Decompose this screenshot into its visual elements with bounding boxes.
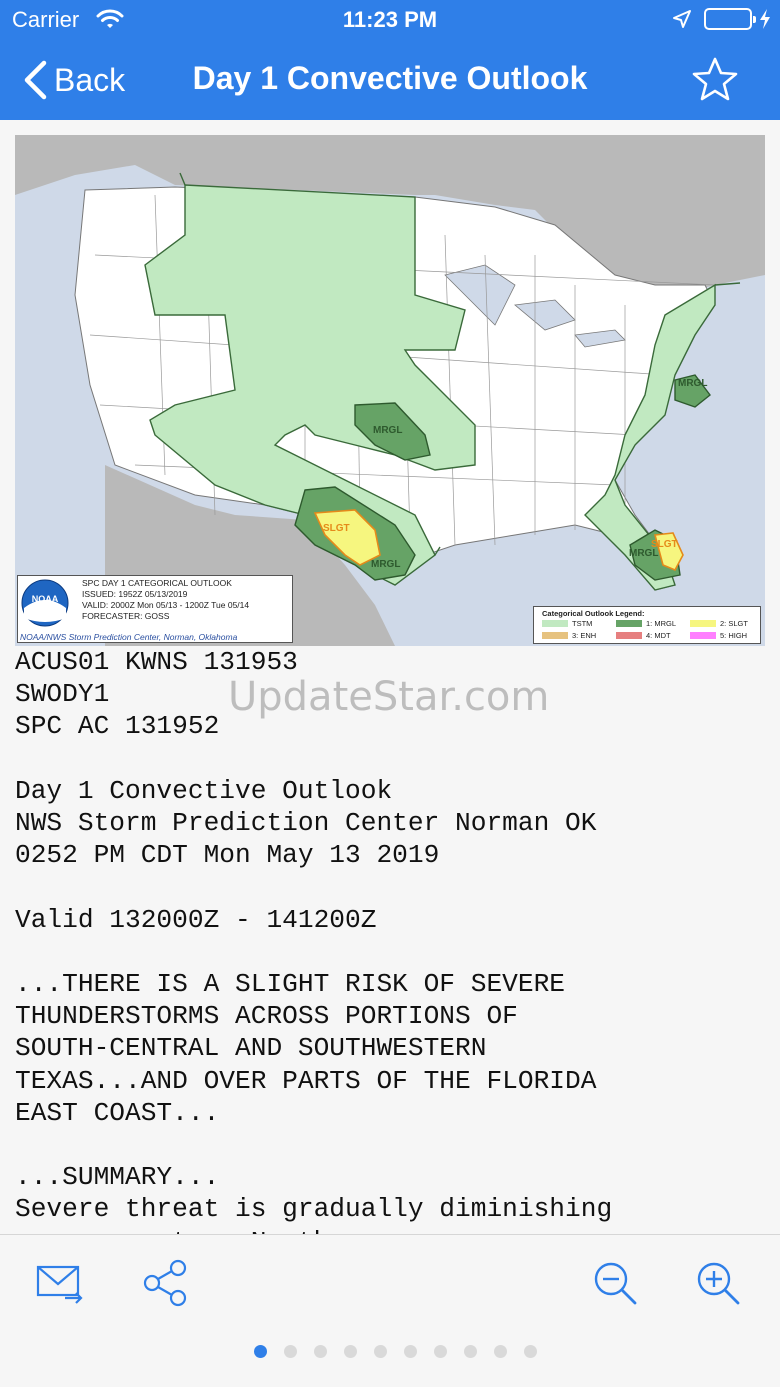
outlook-discussion-text[interactable]: ACUS01 KWNS 131953 SWODY1 SPC AC 131952 Da… — [15, 646, 775, 1234]
clock: 11:23 PM — [342, 7, 438, 32]
outlook-map[interactable]: MRGL MRGL MRGL MRGL SLGT SLGT NOAA SPC D… — [15, 135, 765, 646]
zoom-out-button[interactable] — [585, 1253, 645, 1313]
legend-swatch — [690, 632, 716, 639]
info-line-4: FORECASTER: GOSS — [82, 611, 170, 621]
outlook-info-box: NOAA SPC DAY 1 CATEGORICAL OUTLOOK ISSUE… — [17, 575, 293, 643]
legend-label: 5: HIGH — [720, 631, 748, 640]
legend-swatch — [616, 620, 642, 627]
page-dot[interactable] — [373, 1345, 387, 1358]
page-dot[interactable] — [493, 1345, 507, 1358]
discussion-line — [15, 871, 775, 903]
discussion-line — [15, 1129, 775, 1161]
discussion-line: Valid 132000Z - 141200Z — [15, 904, 377, 935]
legend-swatch — [542, 620, 568, 627]
slgt-label-texas: SLGT — [323, 523, 350, 534]
discussion-line: THUNDERSTORMS ACROSS PORTIONS OF — [15, 1001, 518, 1032]
favorite-star-icon[interactable] — [690, 55, 740, 110]
slgt-label-florida: SLGT — [651, 539, 678, 550]
info-line-1: SPC DAY 1 CATEGORICAL OUTLOOK — [82, 578, 232, 588]
navigation-bar: Back Day 1 Convective Outlook — [0, 40, 780, 120]
page-dot[interactable] — [403, 1345, 417, 1358]
discussion-line: ...SUMMARY... — [15, 1162, 220, 1193]
info-line-3: VALID: 2000Z Mon 05/13 - 1200Z Tue 05/14 — [82, 600, 250, 610]
page-dot[interactable] — [343, 1345, 357, 1358]
discussion-line — [15, 743, 775, 775]
legend-item: 2: SLGT — [690, 619, 748, 628]
zoom-out-icon — [594, 1262, 637, 1305]
legend-item: 1: MRGL — [616, 619, 676, 628]
legend-swatch — [690, 620, 716, 627]
noaa-logo: NOAA — [21, 579, 69, 627]
location-arrow-icon — [672, 9, 692, 34]
zoom-in-button[interactable] — [688, 1253, 748, 1313]
legend-label: 1: MRGL — [646, 619, 677, 628]
watermark: UpdateStar.com — [228, 674, 550, 720]
legend-label: 3: ENH — [572, 631, 597, 640]
page-title: Day 1 Convective Outlook — [192, 60, 588, 96]
discussion-line: NWS Storm Prediction Center Norman OK — [15, 808, 597, 839]
discussion-line: Severe threat is gradually diminishing — [15, 1194, 613, 1225]
discussion-line: across eastern North — [15, 1226, 775, 1234]
legend-title: Categorical Outlook Legend: — [542, 609, 645, 618]
mrgl-label-east: MRGL — [678, 378, 707, 389]
mrgl-label-texas: MRGL — [371, 559, 400, 570]
discussion-line — [15, 936, 775, 968]
bottom-toolbar — [0, 1234, 780, 1387]
page-dot[interactable] — [463, 1345, 477, 1358]
mrgl-label-central: MRGL — [373, 425, 402, 436]
discussion-line: SOUTH-CENTRAL AND SOUTHWESTERN — [15, 1033, 487, 1064]
email-icon — [36, 1265, 83, 1304]
discussion-line: Day 1 Convective Outlook — [15, 775, 393, 806]
share-button[interactable] — [135, 1253, 195, 1313]
legend-label: 4: MDT — [646, 631, 671, 640]
discussion-line: EAST COAST... — [15, 1097, 220, 1128]
legend-item: TSTM — [542, 619, 592, 628]
legend-item: 3: ENH — [542, 631, 596, 640]
legend-label: 2: SLGT — [720, 619, 748, 628]
noaa-logo-text: NOAA — [32, 594, 59, 604]
charging-bolt-icon — [758, 8, 772, 35]
page-dot[interactable] — [283, 1345, 297, 1358]
info-line-2: ISSUED: 1952Z 05/13/2019 — [82, 589, 188, 599]
legend-item: 4: MDT — [616, 631, 671, 640]
legend-label: TSTM — [572, 619, 593, 628]
discussion-line: ...THERE IS A SLIGHT RISK OF SEVERE — [15, 969, 566, 1000]
map-legend: Categorical Outlook Legend: TSTM 1: MRGL… — [533, 606, 761, 644]
page-indicator[interactable] — [0, 1345, 780, 1358]
status-bar: Carrier 11:23 PM — [0, 0, 780, 40]
share-icon — [143, 1259, 187, 1307]
legend-swatch — [616, 632, 642, 639]
outlook-map-graphic: MRGL MRGL MRGL MRGL SLGT SLGT — [15, 135, 765, 646]
email-button[interactable] — [30, 1253, 90, 1313]
page-dot[interactable] — [253, 1345, 267, 1358]
zoom-in-icon — [697, 1262, 740, 1305]
discussion-line: 0252 PM CDT Mon May 13 2019 — [15, 840, 440, 871]
page-dot[interactable] — [523, 1345, 537, 1358]
battery-icon — [704, 8, 756, 30]
legend-swatch — [542, 632, 568, 639]
page-dot[interactable] — [433, 1345, 447, 1358]
legend-item: 5: HIGH — [690, 631, 747, 640]
page-dot[interactable] — [313, 1345, 327, 1358]
info-credit: NOAA/NWS Storm Prediction Center, Norman… — [20, 632, 238, 642]
discussion-line: TEXAS...AND OVER PARTS OF THE FLORIDA — [15, 1065, 597, 1096]
